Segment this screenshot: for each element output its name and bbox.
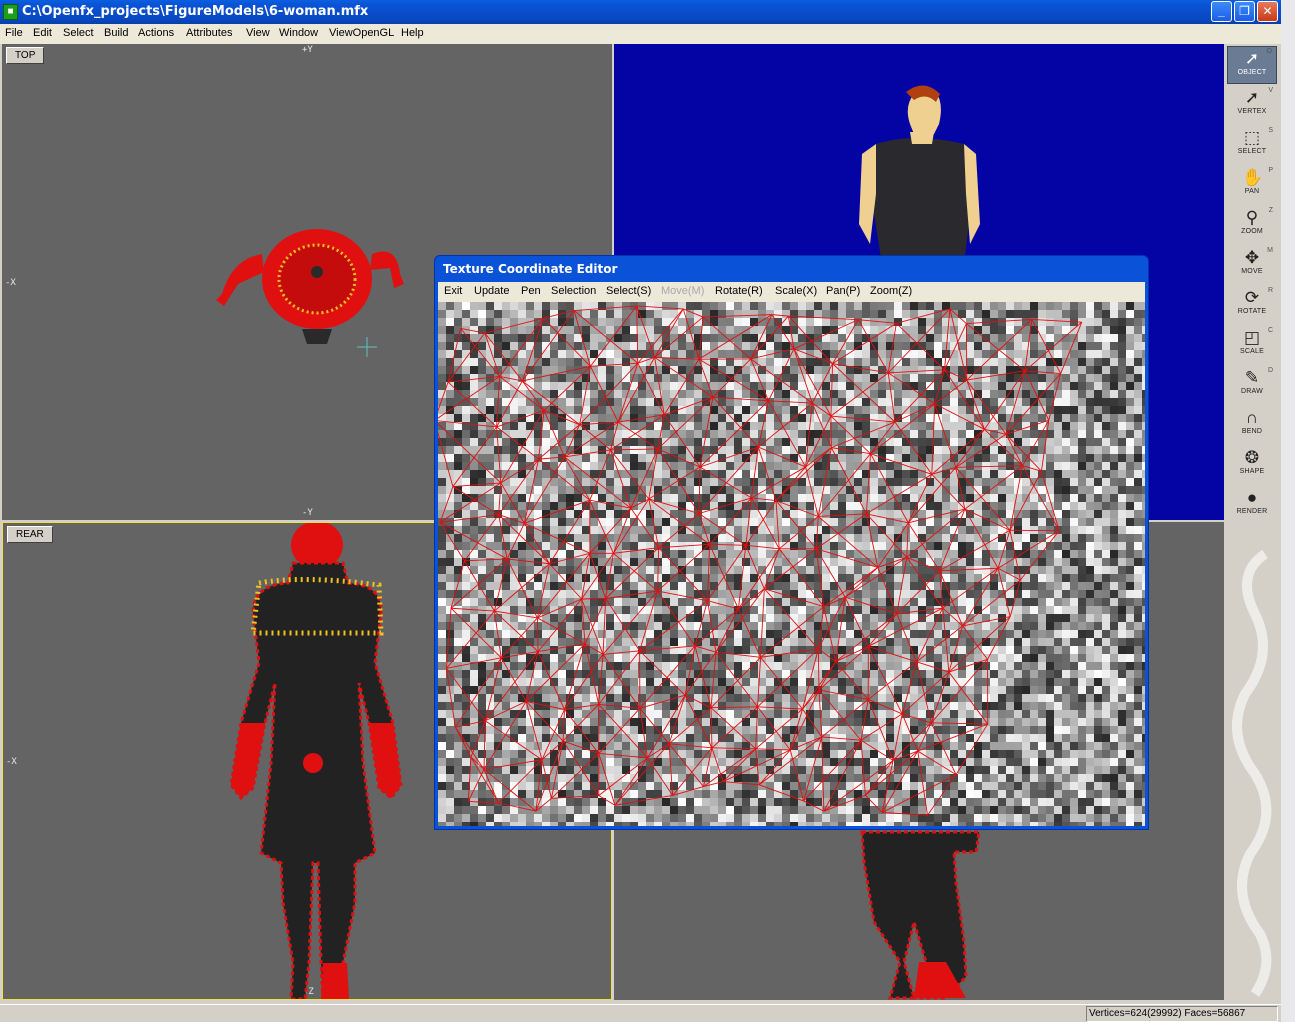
scale-icon: ◰ [1243, 328, 1261, 347]
menu-window[interactable]: Window [279, 27, 318, 39]
status-bar: Vertices=624(29992) Faces=56867 [0, 1004, 1281, 1022]
minimize-icon: _ [1218, 4, 1225, 18]
dialog-menu-move: Move(M) [661, 285, 705, 297]
close-icon: ✕ [1262, 4, 1273, 18]
dialog-menu-exit[interactable]: Exit [444, 285, 462, 297]
dialog-menu-update[interactable]: Update [474, 285, 509, 297]
tool-render[interactable]: ● RENDER [1227, 486, 1277, 524]
dialog-menu-pan[interactable]: Pan(P) [826, 285, 860, 297]
menu-bar: File Edit Select Build Actions Attribute… [0, 24, 1281, 44]
tool-shape[interactable]: ❂ SHAPE [1227, 446, 1277, 484]
move-arrows-icon: ✥ [1244, 248, 1260, 267]
menu-help[interactable]: Help [401, 27, 424, 39]
menu-build[interactable]: Build [104, 27, 128, 39]
window-title: C:\Openfx_projects\FigureModels\6-woman.… [22, 4, 369, 19]
render-shapes-icon: ● [1246, 488, 1258, 507]
arrow-cursor-icon: ➚ [1244, 49, 1260, 68]
menu-actions[interactable]: Actions [138, 27, 174, 39]
maximize-button[interactable]: ❐ [1234, 1, 1255, 22]
tool-select[interactable]: S ⬚ SELECT [1227, 126, 1277, 164]
minimize-button[interactable]: _ [1211, 1, 1232, 22]
texture-coordinate-editor[interactable]: Texture Coordinate Editor Exit Update Pe… [434, 255, 1149, 830]
tool-pan[interactable]: P ✋ PAN [1227, 166, 1277, 204]
toolbar-decoration [1232, 549, 1272, 997]
hand-icon: ✋ [1242, 168, 1264, 187]
tool-scale[interactable]: C ◰ SCALE [1227, 326, 1277, 364]
uv-mesh-overlay [438, 302, 1145, 826]
menu-select[interactable]: Select [63, 27, 94, 39]
dialog-menu-zoom[interactable]: Zoom(Z) [870, 285, 912, 297]
dialog-title: Texture Coordinate Editor [443, 262, 618, 276]
rotate-icon: ⟳ [1244, 288, 1260, 307]
menu-file[interactable]: File [5, 27, 23, 39]
spheres-icon: ❂ [1244, 448, 1260, 467]
background-edge [1281, 0, 1295, 1022]
menu-view[interactable]: View [246, 27, 270, 39]
tool-move[interactable]: M ✥ MOVE [1227, 246, 1277, 284]
dialog-menu-scale[interactable]: Scale(X) [775, 285, 817, 297]
dialog-menu-select[interactable]: Select(S) [606, 285, 651, 297]
maximize-icon: ❐ [1239, 4, 1250, 18]
texture-canvas[interactable] [438, 302, 1145, 826]
magnifier-icon: ⚲ [1245, 208, 1259, 227]
tool-rotate[interactable]: R ⟳ ROTATE [1227, 286, 1277, 324]
vertex-cursor-icon: ➚ [1244, 88, 1260, 107]
tool-object[interactable]: O ➚ OBJECT [1227, 46, 1277, 84]
menu-edit[interactable]: Edit [33, 27, 52, 39]
app-icon[interactable]: ■ [3, 4, 18, 20]
dialog-menu-selection[interactable]: Selection [551, 285, 596, 297]
pen-icon: ✎ [1244, 368, 1260, 387]
dialog-menu-pen[interactable]: Pen [521, 285, 541, 297]
menu-attributes[interactable]: Attributes [186, 27, 232, 39]
tool-palette: O ➚ OBJECT V ➚ VERTEX S ⬚ SELECT P ✋ PAN… [1225, 44, 1281, 1004]
tool-draw[interactable]: D ✎ DRAW [1227, 366, 1277, 404]
menu-viewopengl[interactable]: ViewOpenGL [329, 27, 394, 39]
marquee-select-icon: ⬚ [1243, 128, 1261, 147]
status-vertex-face-count: Vertices=624(29992) Faces=56867 [1086, 1006, 1278, 1022]
magnet-icon: ∩ [1245, 408, 1259, 427]
tool-zoom[interactable]: Z ⚲ ZOOM [1227, 206, 1277, 244]
tool-bend[interactable]: ∩ BEND [1227, 406, 1277, 444]
title-bar[interactable]: ■ C:\Openfx_projects\FigureModels\6-woma… [0, 0, 1281, 24]
app-window: ■ C:\Openfx_projects\FigureModels\6-woma… [0, 0, 1295, 1022]
dialog-menu-rotate[interactable]: Rotate(R) [715, 285, 763, 297]
tool-vertex[interactable]: V ➚ VERTEX [1227, 86, 1277, 124]
dialog-menu-bar: Exit Update Pen Selection Select(S) Move… [438, 282, 1145, 302]
close-button[interactable]: ✕ [1257, 1, 1278, 22]
